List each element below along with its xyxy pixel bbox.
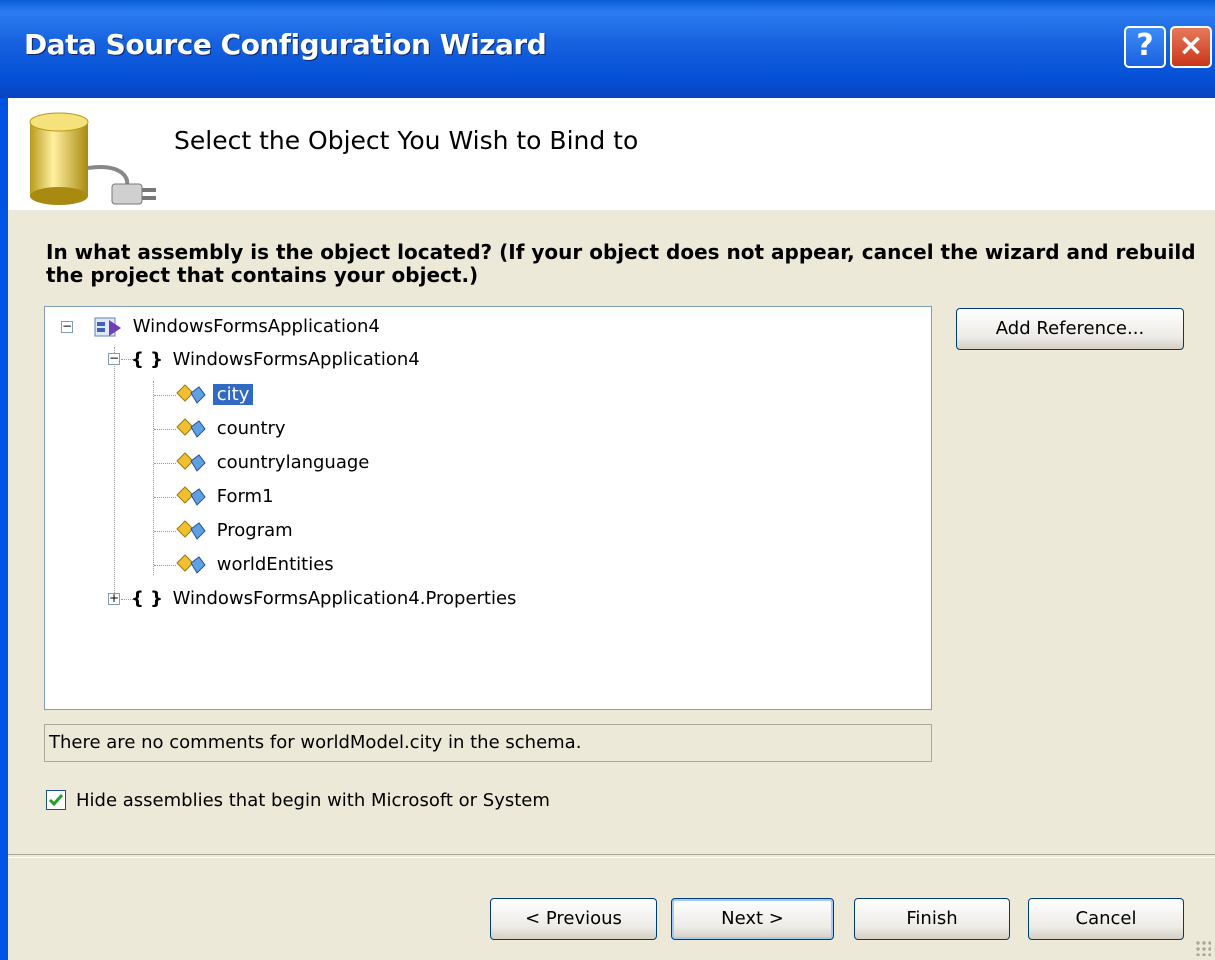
tree-node-label: worldEntities [216,554,334,575]
tree-node-label: Program [216,520,293,541]
project-icon [94,317,121,337]
divider [8,854,1215,858]
tree-node-label: countrylanguage [216,452,370,473]
tree-node-class[interactable]: worldEntities [173,550,338,580]
tree-node-namespace[interactable]: { } WindowsFormsApplication4.Properties [131,584,520,614]
expand-icon[interactable]: + [108,592,120,605]
tree-node-class[interactable]: countrylanguage [173,448,373,478]
tree-node-class[interactable]: city [173,380,254,410]
class-icon [176,520,206,540]
finish-button[interactable]: Finish [854,898,1010,940]
comment-box: There are no comments for worldModel.cit… [44,724,932,762]
resize-grip-icon[interactable] [1195,940,1211,956]
header-band: Select the Object You Wish to Bind to [8,98,1215,210]
add-reference-button[interactable]: Add Reference... [956,308,1184,350]
next-button[interactable]: Next > [671,898,834,940]
checkmark-icon [48,794,64,807]
tree-node-class[interactable]: country [173,414,290,444]
namespace-icon: { } [131,588,163,609]
page-title: Select the Object You Wish to Bind to [174,126,639,155]
tree-node-label: WindowsFormsApplication4 [132,316,380,337]
hide-assemblies-label: Hide assemblies that begin with Microsof… [76,790,550,811]
wizard-window: Data Source Configuration Wizard ? × Sel… [0,0,1215,960]
tree-node-label: country [216,418,286,439]
assembly-question: In what assembly is the object located? … [46,240,1196,287]
class-icon [176,486,206,506]
database-plug-icon [29,112,156,205]
cancel-button[interactable]: Cancel [1028,898,1184,940]
tree-node-root[interactable]: WindowsFormsApplication4 [93,312,384,342]
help-button[interactable]: ? [1124,26,1166,68]
previous-button[interactable]: < Previous [490,898,657,940]
collapse-icon[interactable]: − [61,320,73,333]
tree-node-namespace[interactable]: { } WindowsFormsApplication4 [131,345,424,375]
class-icon [176,554,206,574]
class-icon [176,384,206,404]
class-icon [176,418,206,438]
tree-node-class[interactable]: Form1 [173,482,278,512]
dialog-body: Select the Object You Wish to Bind to In… [8,98,1215,960]
object-tree[interactable]: − WindowsFormsApplication4 − { } Windows… [44,306,932,710]
collapse-icon[interactable]: − [108,352,120,365]
class-icon [176,452,206,472]
tree-node-label: WindowsFormsApplication4.Properties [172,588,517,609]
tree-node-class[interactable]: Program [173,516,297,546]
tree-node-label: city [212,384,254,405]
window-title: Data Source Configuration Wizard [24,28,547,61]
title-bar[interactable]: Data Source Configuration Wizard ? × [0,0,1215,98]
close-button[interactable]: × [1170,26,1212,68]
tree-node-label: Form1 [216,486,274,507]
hide-assemblies-checkbox[interactable] [46,790,66,810]
tree-line [114,347,115,593]
tree-line [153,381,154,575]
tree-node-label: WindowsFormsApplication4 [172,349,420,370]
namespace-icon: { } [131,349,163,370]
